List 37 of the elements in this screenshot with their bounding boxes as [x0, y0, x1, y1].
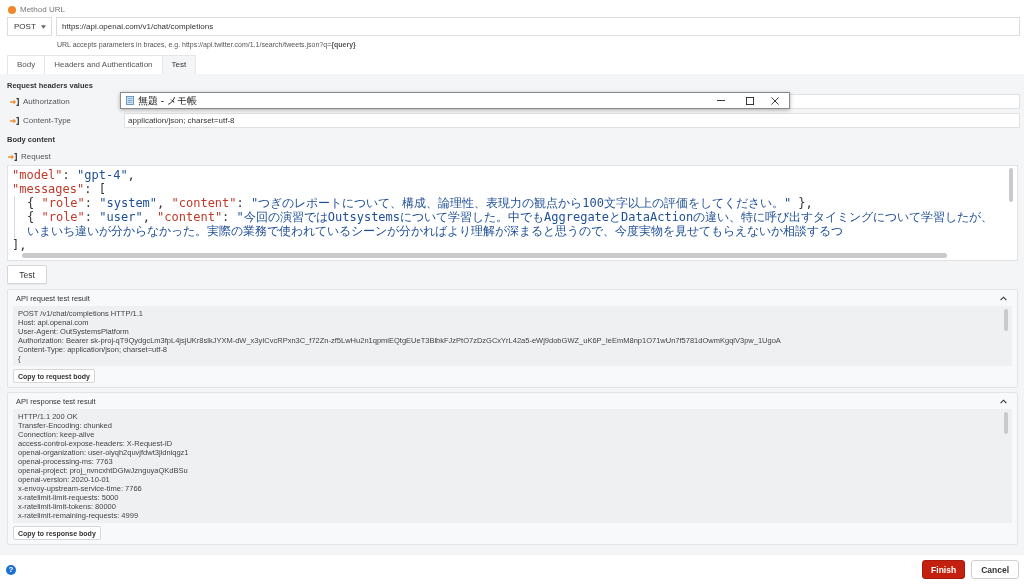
notepad-icon	[126, 96, 134, 105]
scrollbar-thumb[interactable]	[1009, 168, 1013, 202]
required-dot-icon	[8, 5, 16, 14]
scrollbar-thumb[interactable]	[1004, 309, 1008, 331]
notepad-dialog[interactable]: 無題 - メモ帳	[120, 92, 790, 109]
chevron-up-icon[interactable]	[1000, 398, 1007, 404]
code-line: "messages": [	[12, 182, 107, 196]
code-line: "model": "gpt-4",	[12, 168, 136, 182]
header-value-field[interactable]: application/json; charset=utf-8	[124, 113, 1020, 128]
arrow-into-bracket-icon	[10, 97, 19, 106]
request-body-editor[interactable]	[7, 165, 1018, 261]
scrollbar-thumb[interactable]	[1004, 412, 1008, 434]
arrow-into-bracket-icon	[8, 152, 17, 161]
field-label: Request	[21, 152, 51, 161]
code-line: ],	[12, 238, 28, 252]
url-field[interactable]: https://api.openai.com/v1/chat/completions	[56, 17, 1020, 36]
header-name: Authorization	[23, 97, 71, 106]
header-name: Content-Type	[23, 116, 73, 125]
tab[interactable]: Test	[161, 55, 197, 74]
secondary-button[interactable]: Cancel	[971, 560, 1019, 579]
tab[interactable]: Body	[7, 55, 46, 74]
field-label: Method URL	[20, 5, 65, 14]
window-title: 無題 - メモ帳	[138, 94, 197, 107]
caret-icon	[41, 24, 46, 29]
scrollbar-thumb[interactable]	[22, 253, 947, 258]
request-text-area[interactable]	[13, 306, 1012, 366]
maximize-icon[interactable]	[746, 96, 754, 105]
method-dropdown[interactable]: POST	[7, 17, 52, 36]
code-line: { "role": "user", "content": "今回の演習ではOutsystemsについて学習した。中でもAggregateとDataActionの違い、特に呼び出すタイミングについて学習したが、いまいち違いが分からなかった。実際の業務で使われているシーンが分かればより理解が深まると思うので、今度実物を見せてもらえないか相談するつ	[27, 210, 995, 238]
help-button[interactable]: ?	[6, 564, 16, 575]
code-line: { "role": "system", "content": "つぎのレポートについて、構成、論理性、表現力の観点から100文字以上の評価をしてください。" },	[27, 196, 814, 210]
arrow-into-bracket-icon	[10, 116, 19, 125]
primary-button[interactable]: Finish	[922, 560, 966, 579]
chevron-up-icon[interactable]	[1000, 295, 1007, 301]
test-button[interactable]: Test	[7, 265, 47, 284]
close-icon[interactable]	[771, 96, 779, 105]
response-text-area[interactable]	[13, 409, 1012, 523]
